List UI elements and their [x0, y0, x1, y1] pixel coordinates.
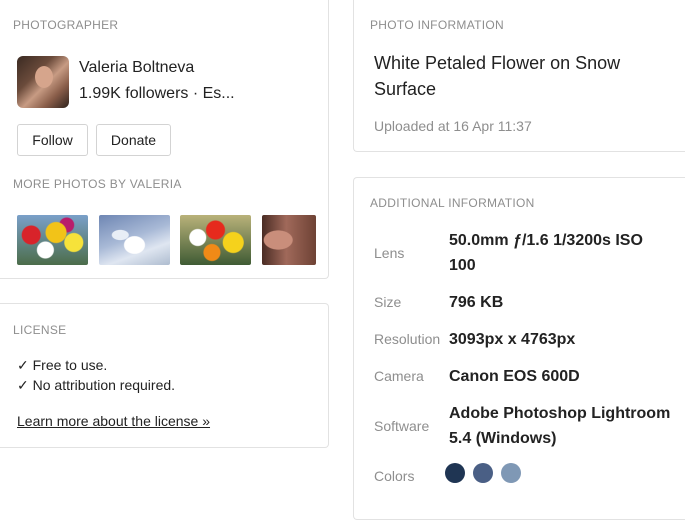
more-photo-thumbnail[interactable] [99, 215, 170, 265]
resolution-label: Resolution [374, 331, 441, 347]
color-swatch[interactable] [473, 463, 493, 483]
photographer-avatar[interactable] [17, 56, 69, 108]
donate-button[interactable]: Donate [96, 124, 171, 156]
size-label: Size [374, 294, 402, 310]
photographer-followers: 1.99K followers · Es... [79, 85, 235, 102]
color-swatch[interactable] [501, 463, 521, 483]
color-swatch[interactable] [445, 463, 465, 483]
license-learn-more-link[interactable]: Learn more about the license » [17, 413, 210, 429]
license-section-title: LICENSE [13, 323, 67, 337]
software-label: Software [374, 418, 430, 434]
resolution-value: 3093px x 4763px [449, 331, 576, 348]
photographer-section-title: PHOTOGRAPHER [13, 18, 119, 32]
license-free-to-use: ✓ Free to use. [17, 357, 108, 373]
photo-info-section-title: PHOTO INFORMATION [370, 18, 504, 32]
license-no-attribution: ✓ No attribution required. [17, 377, 176, 393]
size-value: 796 KB [449, 294, 504, 311]
colors-label: Colors [374, 468, 415, 484]
follow-button[interactable]: Follow [17, 124, 88, 156]
camera-label: Camera [374, 368, 424, 384]
additional-info-section-title: ADDITIONAL INFORMATION [370, 196, 535, 210]
lens-label: Lens [374, 245, 405, 261]
more-photo-thumbnail[interactable] [17, 215, 88, 265]
photographer-name[interactable]: Valeria Boltneva [79, 59, 194, 77]
photo-title: White Petaled Flower on Snow Surface [374, 53, 621, 99]
more-photos-title: MORE PHOTOS BY VALERIA [13, 177, 182, 191]
software-value: Adobe Photoshop Lightroom 5.4 (Windows) [449, 405, 671, 447]
camera-value: Canon EOS 600D [449, 368, 580, 385]
more-photo-thumbnail[interactable] [180, 215, 251, 265]
upload-date: Uploaded at 16 Apr 11:37 [374, 118, 532, 134]
lens-value: 50.0mm ƒ/1.6 1/3200s ISO 100 [449, 232, 643, 274]
more-photo-thumbnail[interactable] [262, 215, 316, 265]
